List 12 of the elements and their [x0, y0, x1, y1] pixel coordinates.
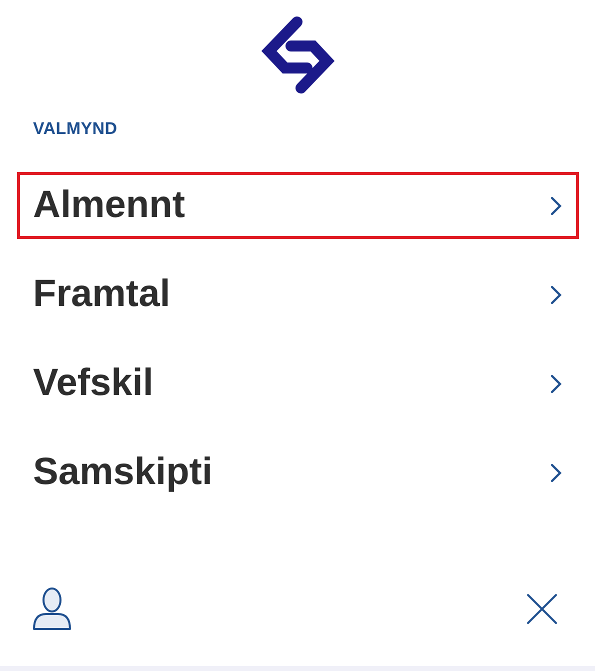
menu-heading: VALMYND: [33, 119, 118, 139]
close-icon[interactable]: [526, 593, 558, 625]
menu-item[interactable]: Almennt: [17, 172, 579, 239]
chevron-right-icon: [550, 462, 562, 482]
menu-item[interactable]: Vefskil: [17, 350, 579, 417]
chevron-right-icon: [550, 196, 562, 216]
chevron-right-icon: [550, 284, 562, 304]
menu-item[interactable]: Samskipti: [17, 439, 579, 506]
logo-icon: [260, 16, 334, 94]
user-icon[interactable]: [32, 587, 72, 631]
chevron-right-icon: [550, 374, 562, 394]
menu-item[interactable]: Framtal: [17, 261, 579, 328]
